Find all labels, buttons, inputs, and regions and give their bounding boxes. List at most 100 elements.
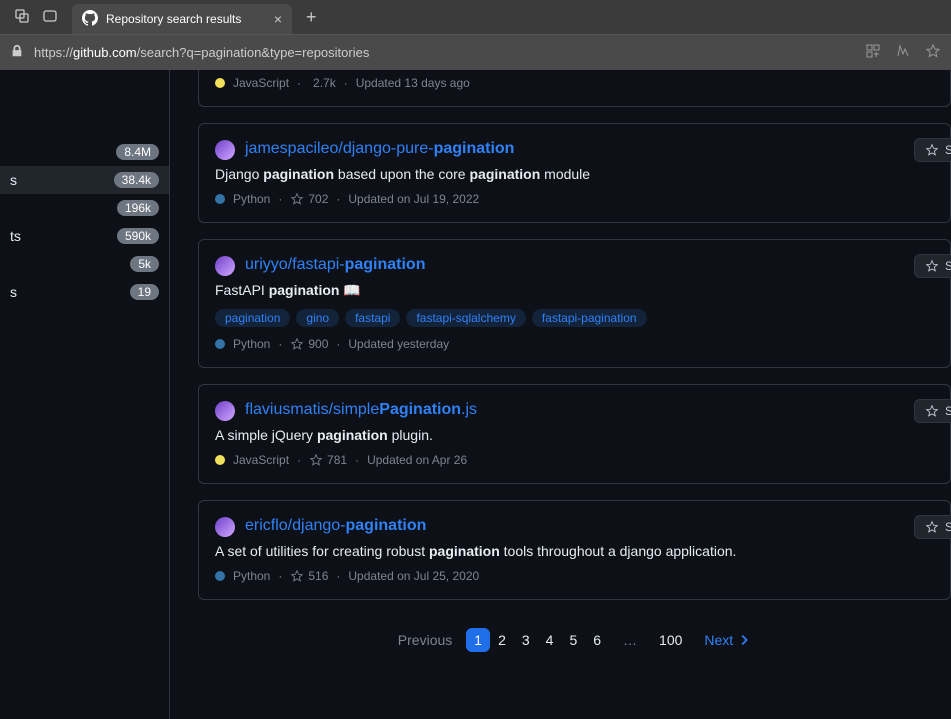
sidebar-filter-item[interactable]: 5k	[0, 250, 169, 278]
result-card: ericflo/django-pagination Star A set of …	[198, 500, 951, 600]
sidebar-item-count: 196k	[117, 200, 159, 216]
result-card: flaviusmatis/simplePagination.js Star A …	[198, 384, 951, 484]
search-results: JavaScript · 2.7k · Updated 13 days ago …	[170, 70, 951, 719]
browser-tab[interactable]: Repository search results ×	[72, 4, 292, 34]
result-meta: Python · 900 · Updated yesterday	[215, 337, 934, 351]
favorites-icon[interactable]	[925, 43, 941, 62]
language-label: Python	[233, 192, 270, 206]
result-meta: JavaScript · 781 · Updated on Apr 26	[215, 453, 934, 467]
star-icon	[925, 259, 939, 273]
stars-count[interactable]: 702	[290, 192, 328, 206]
tab-bar: Repository search results × +	[0, 0, 951, 34]
result-card: jamespacileo/django-pure-pagination Star…	[198, 123, 951, 223]
language-dot	[215, 339, 225, 349]
sidebar-item-label: s	[10, 284, 122, 300]
sidebar-item-count: 19	[130, 284, 159, 300]
avatar[interactable]	[215, 401, 235, 421]
language-label: Python	[233, 337, 270, 351]
result-meta-partial: JavaScript · 2.7k · Updated 13 days ago	[198, 70, 951, 107]
url-text: https://github.com/search?q=pagination&t…	[34, 45, 855, 60]
sidebar-filter-item[interactable]: 8.4M	[0, 138, 169, 166]
stars-count[interactable]: 900	[290, 337, 328, 351]
updated-label: Updated 13 days ago	[356, 76, 470, 90]
result-meta: Python · 702 · Updated on Jul 19, 2022	[215, 192, 934, 206]
star-icon	[925, 143, 939, 157]
topic-tag[interactable]: gino	[296, 309, 339, 327]
sidebar-item-label: ts	[10, 228, 109, 244]
pagination: Previous 123456 … 100 Next	[198, 628, 951, 652]
updated-label: Updated on Apr 26	[367, 453, 467, 467]
stars-count[interactable]: 516	[290, 569, 328, 583]
repo-description: Django pagination based upon the core pa…	[215, 166, 934, 182]
sidebar-item-count: 5k	[130, 256, 159, 272]
language-label: JavaScript	[233, 453, 289, 467]
pagination-page[interactable]: 1	[466, 628, 490, 652]
stars-count[interactable]: 781	[309, 453, 347, 467]
pagination-prev: Previous	[398, 632, 452, 648]
sidebar-filter-item[interactable]: s 19	[0, 278, 169, 306]
repo-description: A set of utilities for creating robust p…	[215, 543, 934, 559]
pagination-ellipsis: …	[623, 632, 637, 648]
repo-link[interactable]: ericflo/django-pagination	[245, 517, 426, 535]
address-bar[interactable]: https://github.com/search?q=pagination&t…	[0, 34, 951, 70]
repo-description: A simple jQuery pagination plugin.	[215, 427, 934, 443]
sidebar-item-count: 590k	[117, 228, 159, 244]
topic-tag[interactable]: pagination	[215, 309, 290, 327]
sidebar-filter-item[interactable]: 196k	[0, 194, 169, 222]
language-label: JavaScript	[233, 76, 289, 90]
new-tab-button[interactable]: +	[300, 7, 323, 28]
pagination-page[interactable]: 3	[514, 628, 538, 652]
sidebar-item-count: 38.4k	[114, 172, 159, 188]
close-icon[interactable]: ×	[274, 11, 282, 27]
repo-link[interactable]: flaviusmatis/simplePagination.js	[245, 401, 477, 419]
language-dot	[215, 78, 225, 88]
star-label: Star	[945, 143, 951, 157]
pagination-next[interactable]: Next	[704, 632, 751, 648]
read-aloud-icon[interactable]	[895, 43, 911, 62]
pagination-page[interactable]: 2	[490, 628, 514, 652]
lock-icon	[10, 44, 24, 61]
github-icon	[82, 10, 98, 29]
filter-sidebar: 8.4M s 38.4k 196k ts 590k 5k s 19	[0, 70, 170, 719]
tab-title: Repository search results	[106, 12, 266, 26]
star-button[interactable]: Star	[914, 138, 951, 162]
updated-label: Updated on Jul 25, 2020	[348, 569, 479, 583]
sidebar-item-count: 8.4M	[116, 144, 159, 160]
star-label: Star	[945, 404, 951, 418]
stars-count[interactable]: 2.7k	[309, 76, 336, 90]
updated-label: Updated on Jul 19, 2022	[348, 192, 479, 206]
star-label: Star	[945, 520, 951, 534]
sidebar-filter-item[interactable]: s 38.4k	[0, 166, 169, 194]
updated-label: Updated yesterday	[348, 337, 449, 351]
topic-tag[interactable]: fastapi-pagination	[532, 309, 647, 327]
star-icon	[925, 404, 939, 418]
avatar[interactable]	[215, 517, 235, 537]
pagination-page[interactable]: 6	[585, 628, 609, 652]
sidebar-item-label: s	[10, 172, 106, 188]
pagination-page[interactable]: 5	[561, 628, 585, 652]
avatar[interactable]	[215, 256, 235, 276]
workspaces-icon[interactable]	[14, 8, 30, 27]
topic-tag[interactable]: fastapi	[345, 309, 400, 327]
result-meta: Python · 516 · Updated on Jul 25, 2020	[215, 569, 934, 583]
repo-link[interactable]: jamespacileo/django-pure-pagination	[245, 140, 514, 158]
star-button[interactable]: Star	[914, 399, 951, 423]
result-card: uriyyo/fastapi-pagination Star FastAPI p…	[198, 239, 951, 368]
sidebar-filter-item[interactable]: ts 590k	[0, 222, 169, 250]
pagination-last[interactable]: 100	[651, 628, 690, 652]
language-dot	[215, 194, 225, 204]
apps-icon[interactable]	[865, 43, 881, 62]
language-dot	[215, 455, 225, 465]
topic-tag[interactable]: fastapi-sqlalchemy	[406, 309, 525, 327]
chevron-right-icon	[737, 633, 751, 647]
repo-description: FastAPI pagination 📖	[215, 282, 934, 299]
topic-list: pagination gino fastapi fastapi-sqlalchemy f…	[215, 309, 934, 327]
language-dot	[215, 571, 225, 581]
tabs-icon[interactable]	[42, 8, 58, 27]
avatar[interactable]	[215, 140, 235, 160]
star-button[interactable]: Star	[914, 515, 951, 539]
star-label: Star	[945, 259, 951, 273]
repo-link[interactable]: uriyyo/fastapi-pagination	[245, 256, 425, 274]
pagination-page[interactable]: 4	[538, 628, 562, 652]
star-button[interactable]: Star	[914, 254, 951, 278]
